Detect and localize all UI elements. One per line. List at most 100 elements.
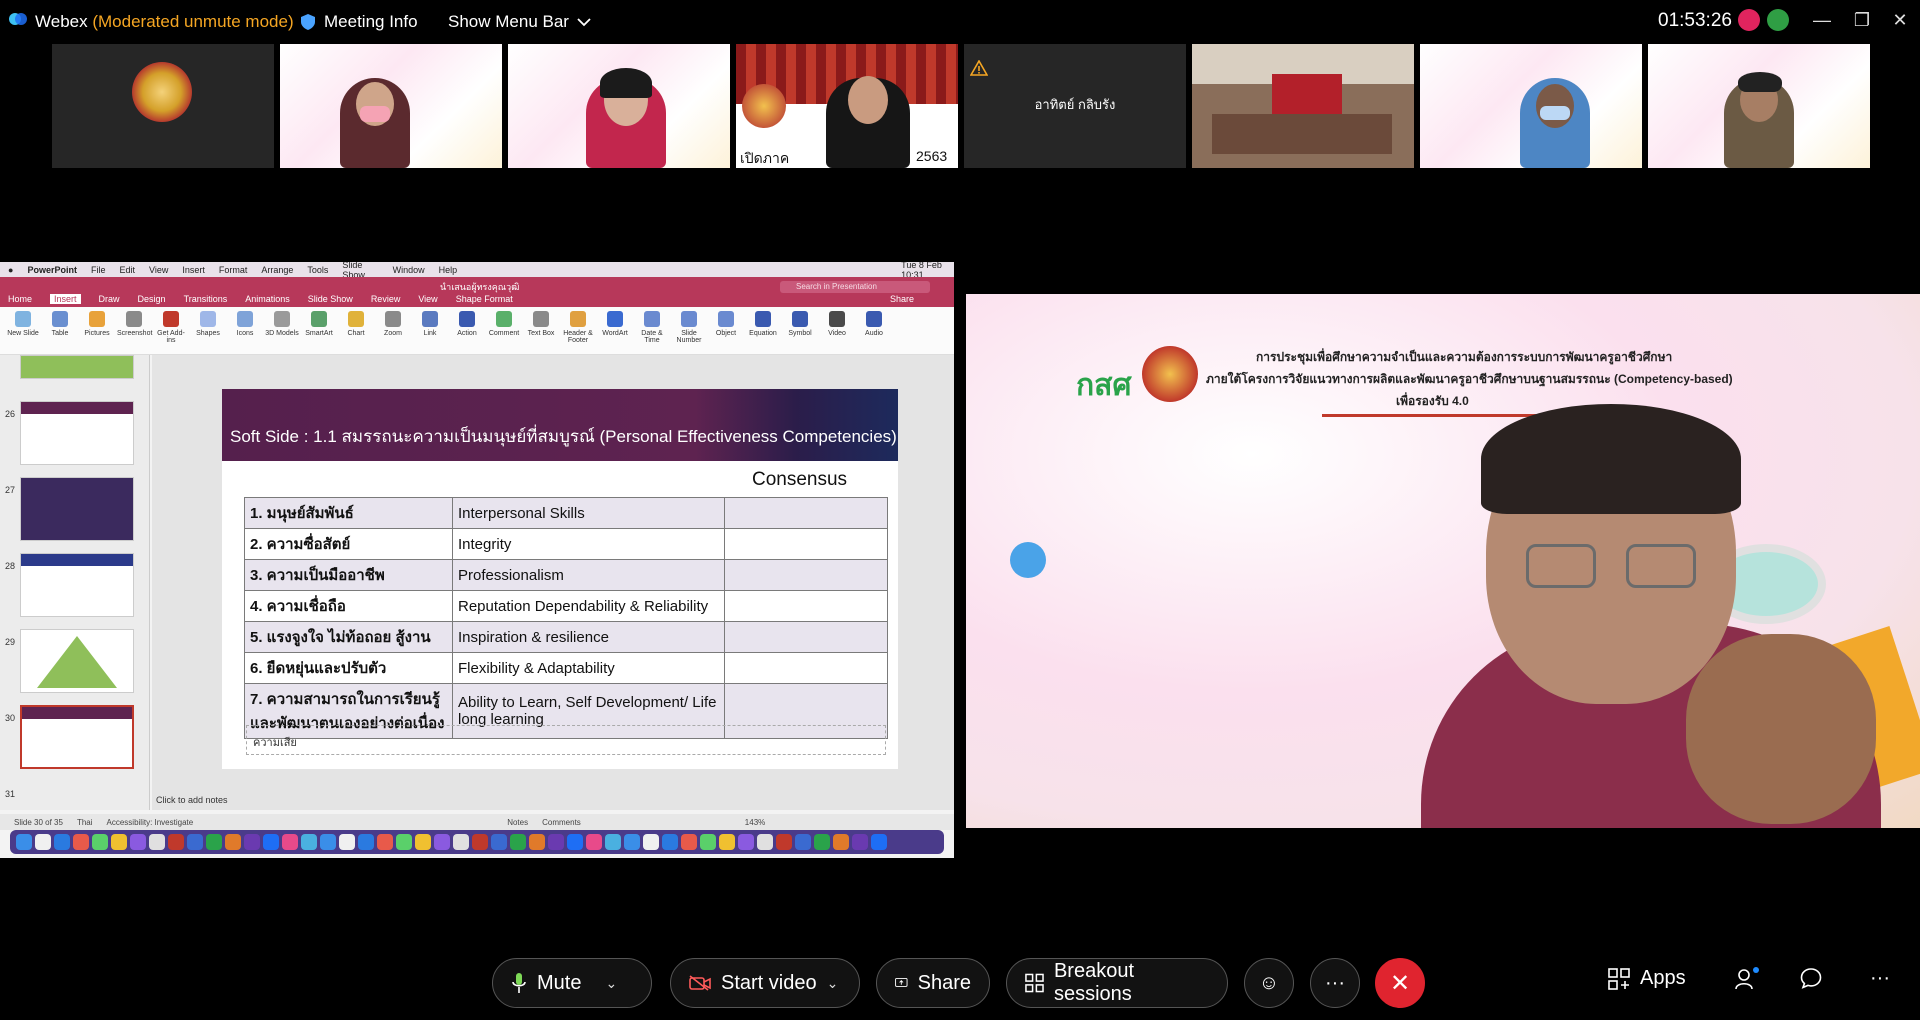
search-input[interactable]: Search in Presentation <box>780 281 930 293</box>
tab-animations[interactable]: Animations <box>245 294 290 304</box>
toolbar-tool[interactable]: Video <box>820 311 854 337</box>
chat-icon[interactable] <box>1800 967 1822 989</box>
dock-app-icon[interactable] <box>168 834 184 850</box>
slide-thumbnail[interactable] <box>20 355 134 379</box>
participant-tile-6[interactable] <box>1192 44 1414 168</box>
dock-app-icon[interactable] <box>757 834 773 850</box>
dock-app-icon[interactable] <box>263 834 279 850</box>
participants-icon[interactable] <box>1734 967 1760 991</box>
slide-thumbnail[interactable] <box>20 401 134 465</box>
notes-placeholder[interactable]: Click to add notes <box>156 795 228 805</box>
meeting-info-button[interactable]: Meeting Info <box>300 12 418 32</box>
participant-tile-5[interactable]: อาทิตย์ กลิบรัง <box>964 44 1186 168</box>
table-row[interactable]: 3. ความเป็นมืออาชีพ Professionalism <box>244 559 888 591</box>
network-stats-icon[interactable] <box>1767 9 1789 31</box>
dock-app-icon[interactable] <box>35 834 51 850</box>
table-cell-consensus[interactable] <box>724 652 888 684</box>
dock-app-icon[interactable] <box>149 834 165 850</box>
tab-transitions[interactable]: Transitions <box>184 294 228 304</box>
dock-app-icon[interactable] <box>301 834 317 850</box>
active-speaker-video[interactable]: กสศ การประชุมเพื่อศึกษาความจำเป็นและความ… <box>966 294 1920 828</box>
menu-window[interactable]: Window <box>393 265 425 275</box>
toolbar-tool[interactable]: WordArt <box>598 311 632 337</box>
toolbar-tool[interactable]: New Slide <box>6 311 40 337</box>
toolbar-tool[interactable]: Object <box>709 311 743 337</box>
dock-app-icon[interactable] <box>738 834 754 850</box>
slide-canvas[interactable]: Soft Side : 1.1 สมรรถนะความเป็นมนุษย์ที่… <box>222 389 898 769</box>
menu-powerpoint[interactable]: PowerPoint <box>27 265 77 275</box>
dock-app-icon[interactable] <box>111 834 127 850</box>
tab-slide-show[interactable]: Slide Show <box>308 294 353 304</box>
dock-app-icon[interactable] <box>700 834 716 850</box>
dock-app-icon[interactable] <box>54 834 70 850</box>
toolbar-tool[interactable]: Equation <box>746 311 780 337</box>
participant-tile-4[interactable]: เปิดภาค 2563 <box>736 44 958 168</box>
dock-app-icon[interactable] <box>833 834 849 850</box>
table-cell-consensus[interactable] <box>724 590 888 622</box>
language-indicator[interactable]: Thai <box>77 818 93 827</box>
menu-insert[interactable]: Insert <box>182 265 205 275</box>
menu-view[interactable]: View <box>149 265 168 275</box>
tab-insert[interactable]: Insert <box>50 294 81 304</box>
dock-app-icon[interactable] <box>586 834 602 850</box>
dock-app-icon[interactable] <box>320 834 336 850</box>
dock-app-icon[interactable] <box>244 834 260 850</box>
tab-design[interactable]: Design <box>138 294 166 304</box>
toolbar-tool[interactable]: Symbol <box>783 311 817 337</box>
end-call-button[interactable]: ✕ <box>1375 958 1425 1008</box>
menu-tools[interactable]: Tools <box>307 265 328 275</box>
table-cell-english[interactable]: Inspiration & resilience <box>452 621 725 653</box>
dock-app-icon[interactable] <box>776 834 792 850</box>
toolbar-tool[interactable]: Header & Footer <box>561 311 595 344</box>
more-icon[interactable]: ··· <box>1870 967 1890 990</box>
toolbar-tool[interactable]: Text Box <box>524 311 558 337</box>
table-cell-thai[interactable]: 4. ความเชื่อถือ <box>244 590 453 622</box>
dock-app-icon[interactable] <box>225 834 241 850</box>
slide-thumbnail[interactable] <box>20 629 134 693</box>
reactions-icon[interactable]: ☺ <box>1244 958 1294 1008</box>
toolbar-tool[interactable]: Get Add-ins <box>154 311 188 344</box>
tab-review[interactable]: Review <box>371 294 401 304</box>
table-cell-english[interactable]: Reputation Dependability & Reliability <box>452 590 725 622</box>
dock-app-icon[interactable] <box>16 834 32 850</box>
dock-app-icon[interactable] <box>681 834 697 850</box>
table-cell-thai[interactable]: 1. มนุษย์สัมพันธ์ <box>244 497 453 529</box>
dock-app-icon[interactable] <box>871 834 887 850</box>
toolbar-tool[interactable]: Zoom <box>376 311 410 337</box>
menu-edit[interactable]: Edit <box>119 265 135 275</box>
recording-icon[interactable] <box>1738 9 1760 31</box>
tab-draw[interactable]: Draw <box>99 294 120 304</box>
shared-screen[interactable]: ● PowerPoint File Edit View Insert Forma… <box>0 262 954 858</box>
zoom-level[interactable]: 143% <box>745 818 765 827</box>
dock-app-icon[interactable] <box>377 834 393 850</box>
dock-app-icon[interactable] <box>453 834 469 850</box>
slide-title[interactable]: Soft Side : 1.1 สมรรถนะความเป็นมนุษย์ที่… <box>230 423 897 450</box>
dock-app-icon[interactable] <box>434 834 450 850</box>
chevron-down-icon[interactable]: ⌄ <box>827 975 839 992</box>
competency-table[interactable]: 1. มนุษย์สัมพันธ์ Interpersonal Skills 2. … <box>244 497 888 739</box>
slide-thumbnail[interactable] <box>20 553 134 617</box>
show-menu-bar-button[interactable]: Show Menu Bar <box>448 12 591 32</box>
notes-button[interactable]: Notes <box>507 818 528 827</box>
dock-app-icon[interactable] <box>73 834 89 850</box>
toolbar-tool[interactable]: Table <box>43 311 77 337</box>
table-cell-thai[interactable]: 2. ความซื่อสัตย์ <box>244 528 453 560</box>
toolbar-tool[interactable]: Screenshot <box>117 311 152 337</box>
menu-format[interactable]: Format <box>219 265 248 275</box>
participant-tile-7[interactable] <box>1420 44 1642 168</box>
mute-button[interactable]: Mute ⌄ <box>492 958 652 1008</box>
dock-app-icon[interactable] <box>415 834 431 850</box>
table-cell-english[interactable]: Interpersonal Skills <box>452 497 725 529</box>
dock-app-icon[interactable] <box>130 834 146 850</box>
table-row[interactable]: 4. ความเชื่อถือ Reputation Dependability … <box>244 590 888 622</box>
toolbar-tool[interactable]: Chart <box>339 311 373 337</box>
slide-textbox[interactable]: ความเสีย <box>246 725 886 755</box>
table-cell-consensus[interactable] <box>724 497 888 529</box>
table-cell-thai[interactable]: 6. ยืดหยุ่นและปรับตัว <box>244 652 453 684</box>
table-row[interactable]: 2. ความซื่อสัตย์ Integrity <box>244 528 888 560</box>
dock-app-icon[interactable] <box>339 834 355 850</box>
participant-tile-2[interactable] <box>280 44 502 168</box>
restore-icon[interactable]: ❐ <box>1846 6 1878 34</box>
menu-help[interactable]: Help <box>439 265 458 275</box>
comments-button[interactable]: Comments <box>542 818 581 827</box>
